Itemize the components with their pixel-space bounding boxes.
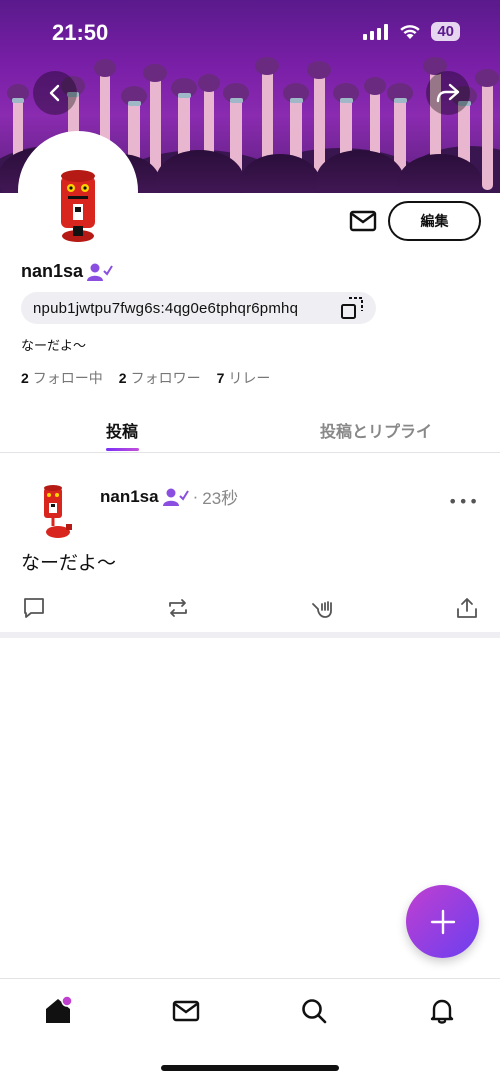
plus-icon: [430, 909, 455, 934]
tab-posts[interactable]: 投稿: [106, 418, 138, 442]
post-divider: [0, 632, 500, 638]
mail-icon: [349, 210, 377, 232]
bell-icon: [430, 999, 454, 1024]
share-button[interactable]: [426, 71, 470, 115]
avatar-robot-image: [61, 170, 95, 242]
copy-icon[interactable]: [340, 296, 364, 320]
profile-username: nan1sa: [21, 261, 84, 281]
edit-profile-button[interactable]: 編集: [388, 201, 481, 241]
active-tab-indicator: [106, 448, 139, 451]
search-icon: [302, 999, 327, 1024]
battery-indicator: 40: [431, 22, 460, 41]
status-bar: 21:50 40: [0, 0, 500, 66]
repost-icon[interactable]: [166, 596, 190, 620]
profile-tabs: 投稿 投稿とリプライ: [0, 410, 500, 453]
compose-button[interactable]: [406, 885, 479, 958]
npub-text: npub1jwtpu7fwg6s:4qg0e6tphqr6pmhq: [33, 299, 299, 317]
profile-bio: なーだよ〜: [21, 339, 87, 354]
nav-messages[interactable]: [170, 995, 202, 1027]
comment-icon[interactable]: [22, 596, 46, 620]
share-icon: [436, 83, 460, 103]
wifi-icon: [400, 24, 421, 39]
post-timestamp: 23秒: [202, 489, 239, 508]
cellular-signal-icon: [363, 23, 389, 40]
nav-search[interactable]: [298, 995, 330, 1027]
npub-field[interactable]: npub1jwtpu7fwg6s:4qg0e6tphqr6pmhq: [21, 292, 376, 324]
verified-user-icon: [87, 263, 113, 281]
status-time: 21:50: [52, 20, 109, 45]
shaka-icon[interactable]: [310, 596, 334, 620]
post-author-avatar[interactable]: [30, 484, 86, 540]
profile-stats: 2 フォロー中 2 フォロワー 7 リレー: [21, 368, 270, 388]
followers-stat[interactable]: 2 フォロワー: [119, 368, 201, 388]
message-button[interactable]: [346, 204, 380, 238]
post-actions: [0, 596, 500, 626]
relays-stat[interactable]: 7 リレー: [217, 368, 271, 388]
post-item[interactable]: nan1sa · 23秒 ••• なーだよ〜: [0, 454, 500, 632]
upload-icon[interactable]: [455, 596, 479, 620]
nav-home[interactable]: [42, 995, 74, 1027]
verified-user-icon: [162, 488, 189, 506]
post-author-name[interactable]: nan1sa: [100, 487, 159, 507]
home-icon: [46, 995, 73, 1023]
following-stat[interactable]: 2 フォロー中: [21, 368, 103, 388]
tab-posts-and-replies[interactable]: 投稿とリプライ: [320, 418, 432, 442]
nav-notifications[interactable]: [426, 995, 458, 1027]
profile-avatar[interactable]: [18, 131, 138, 251]
post-more-button[interactable]: •••: [448, 492, 479, 511]
post-header: nan1sa · 23秒: [100, 484, 238, 509]
post-content: なーだよ〜: [21, 552, 117, 574]
mail-icon: [172, 1000, 200, 1022]
chevron-left-icon: [49, 84, 60, 102]
post-separator: ·: [192, 486, 199, 506]
back-button[interactable]: [33, 71, 77, 115]
status-icons: 40: [363, 22, 460, 41]
home-indicator: [161, 1065, 339, 1071]
username-row: nan1sa: [21, 261, 113, 282]
